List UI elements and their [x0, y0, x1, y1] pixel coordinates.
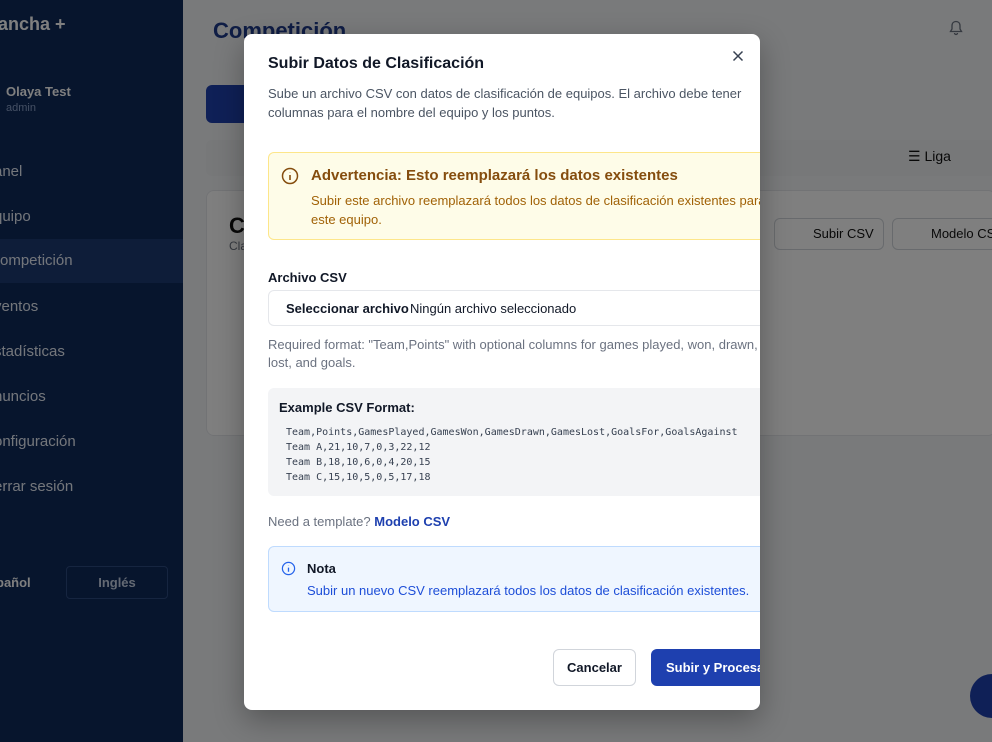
example-line: Team C,15,10,5,0,5,17,18	[286, 472, 431, 483]
warning-title: Advertencia: Esto reemplazará los datos …	[311, 167, 678, 184]
close-icon[interactable]	[730, 48, 746, 64]
template-prompt-text: Need a template?	[268, 514, 371, 529]
info-icon	[281, 561, 296, 576]
info-circle-icon	[281, 167, 299, 185]
template-prompt: Need a template? Modelo CSV	[268, 514, 450, 529]
file-label: Archivo CSV	[268, 270, 347, 285]
file-status: Ningún archivo seleccionado	[410, 301, 577, 316]
note-title: Nota	[307, 561, 336, 576]
dialog-title: Subir Datos de Clasificación	[268, 55, 485, 72]
example-line: Team A,21,10,7,0,3,22,12	[286, 442, 431, 453]
warning-text: Subir este archivo reemplazará todos los…	[311, 193, 760, 227]
example-csv-box: Example CSV Format: Team,Points,GamesPla…	[268, 388, 760, 496]
example-line: Team,Points,GamesPlayed,GamesWon,GamesDr…	[286, 427, 738, 438]
example-line: Team B,18,10,6,0,4,20,15	[286, 457, 431, 468]
upload-process-button[interactable]: Subir y Procesar	[651, 649, 760, 686]
choose-file-button[interactable]: Seleccionar archivo	[286, 301, 409, 316]
note-text: Subir un nuevo CSV reemplazará todos los…	[307, 583, 750, 598]
csv-file-input[interactable]: Seleccionar archivo Ningún archivo selec…	[268, 290, 760, 326]
warning-alert: Advertencia: Esto reemplazará los datos …	[268, 152, 760, 240]
upload-standings-dialog: Subir Datos de Clasificación Sube un arc…	[244, 34, 760, 710]
example-title: Example CSV Format:	[279, 400, 415, 415]
note-alert: Nota Subir un nuevo CSV reemplazará todo…	[268, 546, 760, 612]
template-download-link[interactable]: Modelo CSV	[374, 514, 450, 529]
format-help-text: Required format: "Team,Points" with opti…	[268, 337, 758, 370]
cancel-button[interactable]: Cancelar	[553, 649, 636, 686]
dialog-description: Sube un archivo CSV con datos de clasifi…	[268, 86, 742, 120]
